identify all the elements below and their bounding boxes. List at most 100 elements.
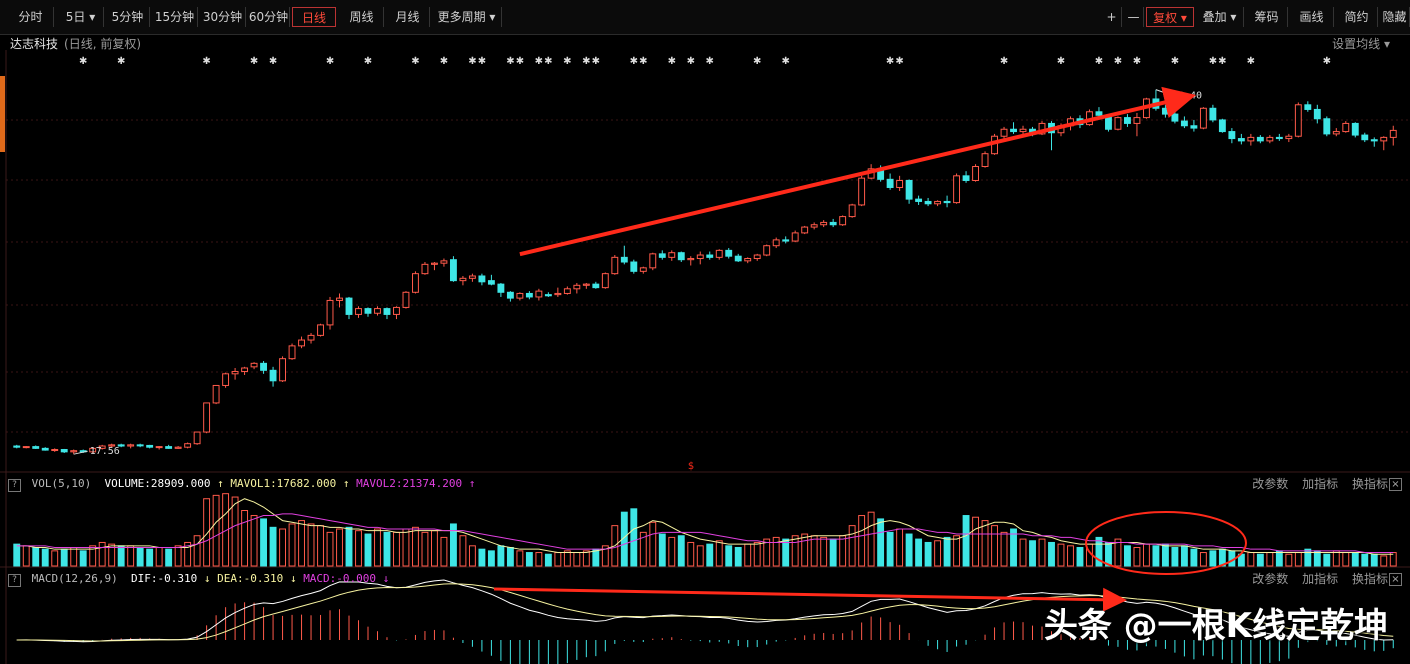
candle-body bbox=[1124, 117, 1131, 124]
candle-body bbox=[810, 224, 818, 228]
candle-body bbox=[563, 288, 571, 294]
volume-bar bbox=[288, 523, 296, 567]
vol-change-params[interactable]: 改参数 bbox=[1252, 477, 1288, 491]
candle-body bbox=[203, 402, 211, 433]
candle-body bbox=[1218, 119, 1226, 133]
volume-bar bbox=[1019, 538, 1027, 567]
candle-body bbox=[573, 284, 581, 290]
candle-body bbox=[269, 369, 277, 382]
vol-close-icon[interactable]: × bbox=[1389, 478, 1402, 491]
volume-bar bbox=[1190, 548, 1198, 567]
mavol1-arrow-icon: ↑ bbox=[342, 477, 350, 490]
candle-body bbox=[487, 280, 495, 285]
volume-bar bbox=[791, 535, 799, 567]
vol-switch-indicator[interactable]: 换指标 bbox=[1352, 477, 1388, 491]
candle-body bbox=[412, 273, 419, 293]
volume-bar bbox=[1294, 552, 1302, 567]
event-marker: ✱ bbox=[440, 56, 448, 67]
candle-body bbox=[601, 273, 609, 289]
volume-bar bbox=[459, 535, 467, 567]
event-marker: ✱ bbox=[1133, 56, 1141, 67]
volume-bar bbox=[962, 515, 970, 567]
volume-bar bbox=[146, 548, 154, 567]
event-marker: ✱ bbox=[516, 56, 524, 67]
event-marker: ✱ bbox=[478, 56, 486, 67]
mavol2-value: MAVOL2:21374.200 bbox=[356, 477, 463, 490]
macd-help-icon[interactable]: ? bbox=[8, 574, 21, 587]
volume-bar bbox=[924, 541, 932, 567]
macd-switch-indicator[interactable]: 换指标 bbox=[1352, 572, 1388, 586]
volume-bar bbox=[554, 552, 562, 567]
candle-body bbox=[525, 292, 533, 298]
candle-body bbox=[535, 290, 543, 298]
candle-body bbox=[1161, 107, 1169, 115]
volume-bar bbox=[212, 494, 220, 567]
trend-arrow-annotation bbox=[519, 86, 1197, 257]
volume-bar bbox=[1256, 553, 1264, 567]
macd-close-icon[interactable]: × bbox=[1389, 573, 1402, 586]
candle-body bbox=[801, 226, 809, 234]
volume-bar bbox=[829, 538, 837, 567]
candle-body bbox=[1247, 136, 1255, 142]
volume-bar bbox=[582, 550, 590, 567]
volume-bar bbox=[839, 535, 847, 567]
event-marker: ✱ bbox=[544, 56, 552, 67]
volume-bar bbox=[658, 533, 666, 567]
vol-panel-tools: 改参数 加指标 换指标 bbox=[1242, 476, 1388, 492]
mavol2-arrow-icon: ↑ bbox=[468, 477, 476, 490]
volume-bar bbox=[250, 515, 258, 567]
dea-value: DEA:-0.310 bbox=[217, 572, 284, 585]
candle-body bbox=[1380, 136, 1388, 142]
candle-body bbox=[241, 367, 249, 372]
candle-body bbox=[649, 253, 657, 269]
candle-body bbox=[1323, 118, 1331, 135]
volume-bar bbox=[953, 535, 961, 567]
candle-body bbox=[1019, 128, 1027, 133]
volume-bar bbox=[677, 535, 685, 567]
vol-panel-header: ? VOL(5,10) VOLUME:28909.000 ↑ MAVOL1:17… bbox=[8, 476, 475, 492]
volume-bar bbox=[421, 531, 429, 567]
candle-body bbox=[231, 370, 239, 375]
volume-bar bbox=[725, 545, 733, 567]
volume-bar bbox=[668, 536, 676, 567]
macd-add-indicator[interactable]: 加指标 bbox=[1302, 572, 1338, 586]
candle-body bbox=[782, 239, 790, 242]
volume-bar bbox=[487, 550, 495, 567]
candle-body bbox=[905, 179, 913, 200]
vol-help-icon[interactable]: ? bbox=[8, 479, 21, 492]
vol-add-indicator[interactable]: 加指标 bbox=[1302, 477, 1338, 491]
candle-body bbox=[212, 384, 220, 404]
candle-body bbox=[763, 245, 771, 256]
volume-bar bbox=[915, 538, 923, 567]
candle-body bbox=[402, 291, 410, 308]
candle-body bbox=[497, 283, 505, 293]
volume-bar bbox=[1133, 547, 1141, 567]
volume-bar bbox=[563, 550, 571, 567]
macd-arrow-icon: ↓ bbox=[382, 572, 390, 585]
event-marker: ✱ bbox=[202, 56, 210, 67]
candle-body bbox=[1199, 107, 1207, 129]
candle-body bbox=[1133, 117, 1141, 124]
volume-bar bbox=[1076, 547, 1084, 567]
volume-bar bbox=[174, 545, 182, 567]
candle-body bbox=[421, 263, 429, 275]
volume-bar bbox=[1266, 552, 1274, 567]
candle-body bbox=[943, 200, 951, 204]
volume-bar bbox=[820, 536, 828, 567]
event-marker: ✱ bbox=[895, 56, 903, 67]
volume-bar bbox=[1351, 552, 1359, 567]
macd-arrow-annotation bbox=[493, 587, 1127, 612]
event-marker: ✱ bbox=[582, 56, 590, 67]
macd-change-params[interactable]: 改参数 bbox=[1252, 572, 1288, 586]
volume-bar bbox=[79, 550, 87, 567]
candle-body bbox=[51, 449, 59, 452]
volume-bar bbox=[1313, 550, 1321, 567]
candle-body bbox=[516, 292, 524, 299]
candle-body bbox=[858, 177, 866, 206]
candle-body bbox=[915, 198, 923, 202]
volume-bar bbox=[943, 536, 951, 567]
dif-arrow-icon: ↓ bbox=[203, 572, 211, 585]
candle-body bbox=[1095, 111, 1103, 116]
volume-bar bbox=[1209, 550, 1217, 567]
dividend-marker: $ bbox=[688, 461, 694, 472]
